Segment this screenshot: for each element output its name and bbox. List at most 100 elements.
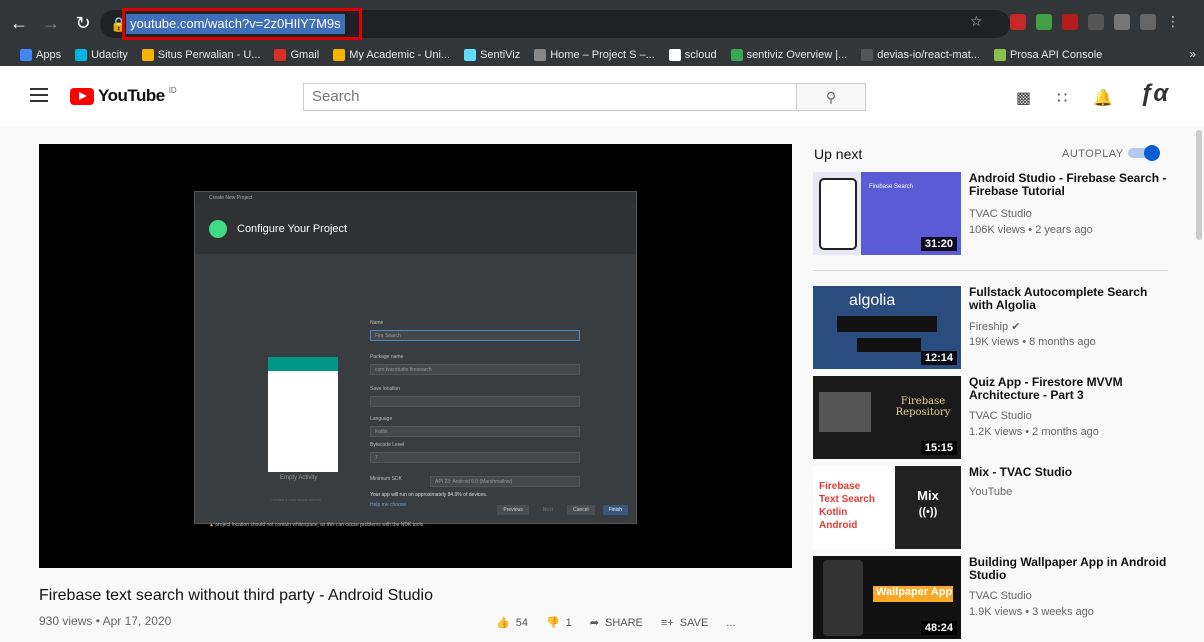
package-label: Package name xyxy=(370,354,404,360)
recommended-video[interactable]: Firebase Text Search Kotlin Android Mix ((•)… xyxy=(813,466,1173,552)
back-icon[interactable]: ← xyxy=(8,14,30,32)
recommended-video[interactable]: Firebase Search 31:20 Android Studio - F… xyxy=(813,172,1173,258)
browser-toolbar: ← → ↻ 🔒 youtube.com/watch?v=2z0HIlY7M9s … xyxy=(0,0,1204,44)
extension-icon[interactable] xyxy=(1010,14,1026,30)
apps-grid-icon[interactable]: ∷ xyxy=(1057,88,1067,108)
youtube-logo[interactable]: YouTube ID xyxy=(70,86,177,106)
bookmark-favicon-icon xyxy=(668,49,681,61)
reading-list-icon[interactable] xyxy=(1114,14,1130,30)
bookmark-label: Gmail xyxy=(290,49,320,61)
bookmark-item[interactable]: Prosa API Console xyxy=(993,49,1102,61)
video-player[interactable]: Create New Project Configure Your Projec… xyxy=(39,144,792,568)
video-thumbnail[interactable]: Firebase Repository 15:15 xyxy=(813,376,961,459)
template-sub: Creates a new empty activity xyxy=(270,497,322,502)
video-meta: 1.9K views • 3 weeks ago xyxy=(969,606,1094,618)
previous-button: Previous xyxy=(497,505,529,515)
bookmark-label: Home – Project S –... xyxy=(550,49,655,61)
minsdk-field: API 23: Android 6.0 (Marshmallow) xyxy=(430,476,580,487)
video-thumbnail[interactable]: Firebase Text Search Kotlin Android Mix ((•)… xyxy=(813,466,961,549)
pdf-icon[interactable] xyxy=(1062,14,1078,30)
bookmark-item[interactable]: devias-io/react-mat... xyxy=(861,49,980,61)
avatar[interactable]: ƒα xyxy=(1140,80,1168,108)
search-icon: ⚲ xyxy=(825,89,837,105)
bookmark-label: Situs Perwalian - U... xyxy=(157,49,261,61)
search-input[interactable]: Search xyxy=(303,83,797,111)
dialog-window-title: Create New Project xyxy=(195,192,636,204)
save-button[interactable]: ≡+ SAVE xyxy=(661,616,708,629)
bookmark-item[interactable]: SentiViz xyxy=(464,49,520,61)
bookmark-favicon-icon xyxy=(534,49,547,61)
autoplay-toggle[interactable] xyxy=(1128,145,1162,161)
bookmark-item[interactable]: Home – Project S –... xyxy=(534,49,655,61)
recommended-video[interactable]: Firebase Repository 15:15 Quiz App - Fir… xyxy=(813,376,1173,462)
video-duration: 15:15 xyxy=(920,441,957,455)
bookmark-label: devias-io/react-mat... xyxy=(877,49,980,61)
thumbnail-banner xyxy=(837,316,937,332)
more-actions-button[interactable]: ... xyxy=(726,616,735,629)
notifications-bell-icon[interactable]: 🔔 xyxy=(1093,88,1113,108)
share-button[interactable]: ➦ SHARE xyxy=(590,616,643,630)
video-title[interactable]: Mix - TVAC Studio xyxy=(969,466,1169,479)
video-thumbnail[interactable]: Firebase Search 31:20 xyxy=(813,172,961,255)
bookmark-item[interactable]: scloud xyxy=(668,49,717,61)
bookmark-item[interactable]: Gmail xyxy=(274,49,319,61)
channel-name: TVAC Studio xyxy=(969,590,1032,602)
bookmarks-bar: Apps Udacity Situs Perwalian - U... Gmail My… xyxy=(0,44,1204,66)
extension-icon[interactable] xyxy=(1036,14,1052,30)
dialog-title: Configure Your Project xyxy=(237,223,348,235)
bookmark-favicon-icon xyxy=(993,49,1006,61)
bookmark-item[interactable]: My Academic - Uni... xyxy=(333,49,450,61)
dislike-count: 1 xyxy=(565,616,572,629)
bookmark-item[interactable]: Apps xyxy=(20,49,61,61)
kebab-menu-icon[interactable]: ⋮ xyxy=(1166,14,1182,30)
video-title[interactable]: Quiz App - Firestore MVVM Architecture -… xyxy=(969,376,1169,402)
video-meta: 930 views • Apr 17, 2020 xyxy=(39,614,172,628)
bookmarks-overflow-icon[interactable]: » xyxy=(1189,47,1196,61)
bookmark-favicon-icon xyxy=(274,49,287,61)
profile-icon[interactable] xyxy=(1140,14,1156,30)
warning-icon: ▲ xyxy=(209,522,214,528)
formula-icon[interactable] xyxy=(1088,14,1104,30)
save-label: SAVE xyxy=(679,616,709,629)
bookmark-favicon-icon xyxy=(464,49,477,61)
warning-message: project location should not contain whit… xyxy=(215,522,425,528)
recommended-video[interactable]: Wallpaper App 48:24 Building Wallpaper A… xyxy=(813,556,1173,642)
star-icon[interactable]: ☆ xyxy=(970,13,983,30)
thumbs-down-icon: 👎 xyxy=(545,617,560,629)
url-highlight-box xyxy=(122,8,362,40)
bookmark-favicon-icon xyxy=(20,49,32,61)
header-actions: ▩ ∷ 🔔 xyxy=(1016,88,1113,108)
video-thumbnail[interactable]: Wallpaper App 48:24 xyxy=(813,556,961,639)
create-video-icon[interactable]: ▩ xyxy=(1016,88,1031,108)
bookmark-label: Udacity xyxy=(91,49,128,61)
radio-icon: ((•)) xyxy=(918,506,938,518)
channel-name: Fireship ✔ xyxy=(969,321,1021,333)
divider xyxy=(813,270,1168,271)
video-title[interactable]: Fullstack Autocomplete Search with Algol… xyxy=(969,286,1169,312)
video-thumbnail[interactable]: algolia 12:14 xyxy=(813,286,961,369)
bytecode-field: 7 xyxy=(370,452,580,463)
hamburger-menu-icon[interactable] xyxy=(30,88,48,102)
scrollbar[interactable] xyxy=(1196,130,1202,240)
name-label: Name xyxy=(370,320,384,326)
save-location-label: Save location xyxy=(370,386,401,392)
like-button[interactable]: 👍 54 xyxy=(496,616,528,630)
bookmark-favicon-icon xyxy=(75,49,88,61)
reload-icon[interactable]: ↻ xyxy=(72,14,94,32)
recommended-video[interactable]: algolia 12:14 Fullstack Autocomplete Sea… xyxy=(813,286,1173,372)
dislike-button[interactable]: 👎 1 xyxy=(545,616,572,630)
search-button[interactable]: ⚲ xyxy=(796,83,866,111)
forward-icon[interactable]: → xyxy=(40,14,62,32)
mix-overlay: Mix ((•)) xyxy=(895,466,961,549)
video-title[interactable]: Building Wallpaper App in Android Studio xyxy=(969,556,1169,582)
thumbs-up-icon: 👍 xyxy=(496,617,510,629)
thumbnail-text: Mix xyxy=(917,488,939,503)
thumbnail-text: algolia xyxy=(849,292,896,309)
video-duration: 48:24 xyxy=(920,621,957,635)
video-title[interactable]: Android Studio - Firebase Search - Fireb… xyxy=(969,172,1169,198)
bookmark-item[interactable]: Udacity xyxy=(75,49,128,61)
toggle-knob xyxy=(1144,145,1160,161)
logo-region: ID xyxy=(168,85,177,95)
bookmark-item[interactable]: Situs Perwalian - U... xyxy=(141,49,261,61)
bookmark-item[interactable]: sentiviz Overview |... xyxy=(730,49,847,61)
